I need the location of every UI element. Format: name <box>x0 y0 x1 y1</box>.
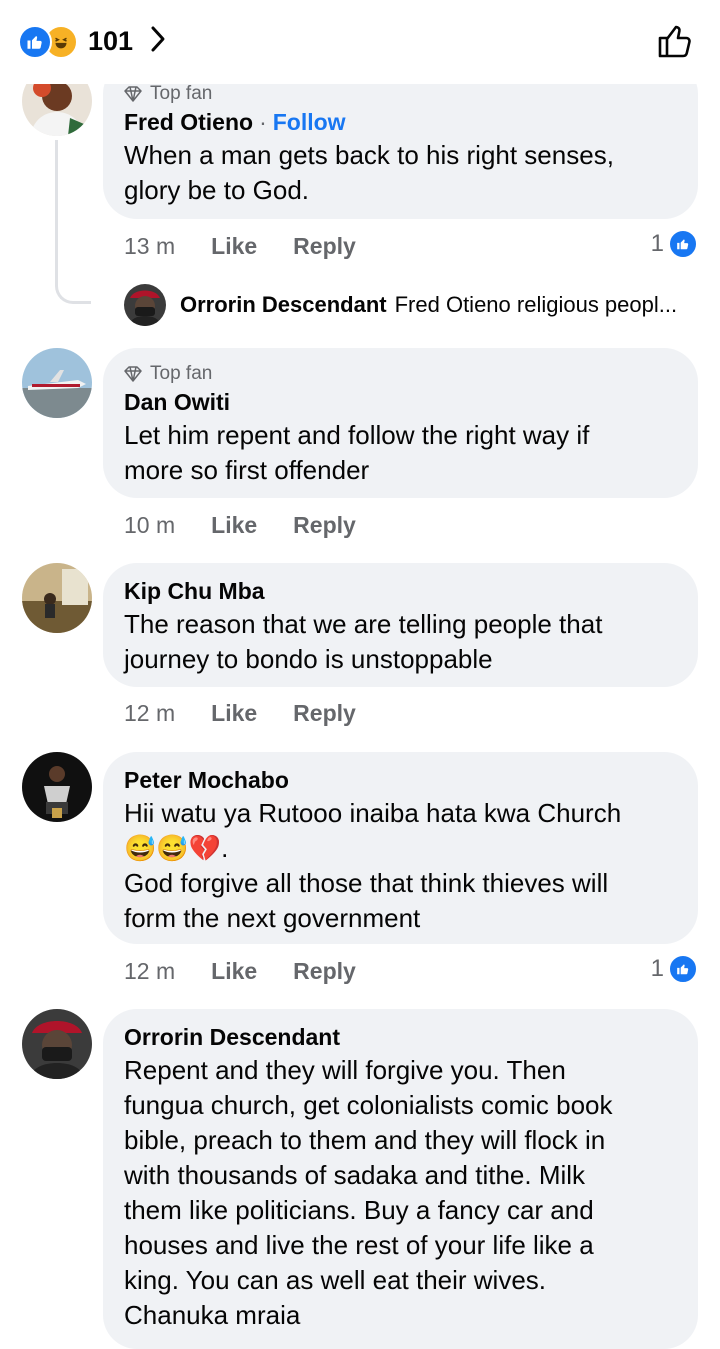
author-name[interactable]: Fred Otieno <box>124 109 253 135</box>
like-icon <box>668 954 698 984</box>
timestamp: 12 m <box>124 958 176 984</box>
diamond-icon <box>124 366 142 382</box>
comment-bubble[interactable]: Kip Chu Mba The reason that we are telli… <box>103 563 698 687</box>
reply-button[interactable]: Reply <box>293 512 356 539</box>
like-button[interactable]: Like <box>211 233 257 260</box>
chevron-right-icon <box>149 24 167 59</box>
reply-author: Orrorin Descendant <box>180 292 387 317</box>
like-outline-button[interactable] <box>656 22 694 65</box>
reply-button[interactable]: Reply <box>293 700 356 727</box>
diamond-icon <box>124 86 142 102</box>
follow-button[interactable]: Follow <box>273 109 346 135</box>
comment-actions: 12 m Like Reply <box>124 700 356 727</box>
timestamp: 12 m <box>124 700 176 726</box>
reply-snippet: Fred Otieno religious peopl... <box>394 292 678 317</box>
avatar[interactable] <box>22 348 92 418</box>
avatar[interactable] <box>22 752 92 822</box>
author-name[interactable]: Orrorin Descendant <box>124 1024 340 1050</box>
like-button[interactable]: Like <box>211 700 257 727</box>
comment-text: Hii watu ya Rutooo inaiba hata kwa Churc… <box>124 798 622 933</box>
thread-connector <box>55 140 91 304</box>
comment-actions: 10 m Like Reply <box>124 512 356 539</box>
comment-text: Let him repent and follow the right way … <box>124 420 590 485</box>
separator-dot: · <box>259 109 267 135</box>
like-button[interactable]: Like <box>211 958 257 985</box>
comment-like-count[interactable]: 1 <box>651 954 698 984</box>
reply-button[interactable]: Reply <box>293 958 356 985</box>
author-name[interactable]: Kip Chu Mba <box>124 578 265 604</box>
comment-bubble[interactable]: Top fan Dan Owiti Let him repent and fol… <box>103 348 698 498</box>
comment-bubble[interactable]: Orrorin Descendant Repent and they will … <box>103 1009 698 1349</box>
reactions-summary[interactable]: 101 <box>18 24 167 59</box>
author-name[interactable]: Peter Mochabo <box>124 767 289 793</box>
comment-text: When a man gets back to his right senses… <box>124 140 614 205</box>
top-fan-badge: Top fan <box>124 362 676 386</box>
reaction-count: 101 <box>88 26 134 56</box>
comment-like-count[interactable]: 1 <box>651 229 698 259</box>
avatar[interactable] <box>22 563 92 633</box>
like-button[interactable]: Like <box>211 512 257 539</box>
comment-bubble[interactable]: Peter Mochabo Hii watu ya Rutooo inaiba … <box>103 752 698 944</box>
comment-actions: 12 m Like Reply <box>124 958 356 985</box>
comment-actions: 13 m Like Reply <box>124 233 356 260</box>
comment-text: Repent and they will forgive you. Then f… <box>124 1055 613 1330</box>
avatar <box>124 284 166 326</box>
author-name[interactable]: Dan Owiti <box>124 389 230 415</box>
top-fan-badge: Top fan <box>124 82 676 106</box>
badge-label: Top fan <box>150 83 213 104</box>
timestamp: 10 m <box>124 512 176 538</box>
reactions-header: 101 <box>0 0 720 84</box>
reply-button[interactable]: Reply <box>293 233 356 260</box>
like-icon <box>668 229 698 259</box>
avatar[interactable] <box>22 1009 92 1079</box>
comment-text: The reason that we are telling people th… <box>124 609 603 674</box>
reply-preview[interactable]: Orrorin Descendant Fred Otieno religious… <box>124 284 677 326</box>
like-icon <box>18 24 52 59</box>
timestamp: 13 m <box>124 233 176 259</box>
badge-label: Top fan <box>150 363 213 384</box>
